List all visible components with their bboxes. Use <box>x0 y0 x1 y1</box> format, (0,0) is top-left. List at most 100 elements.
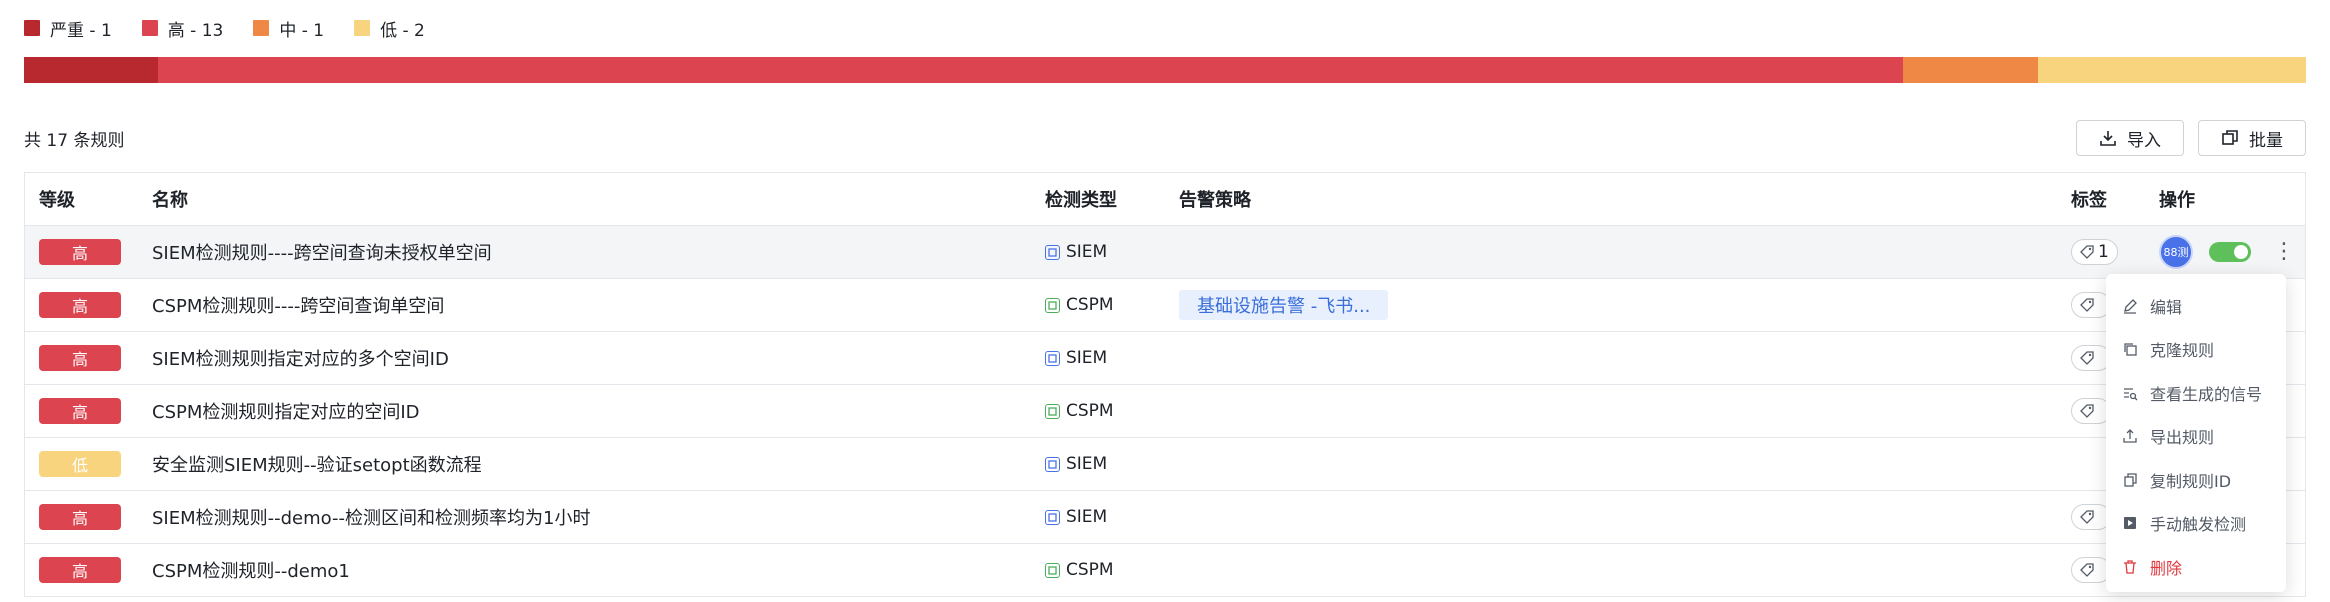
menu-item-play[interactable]: 手动触发检测 <box>2106 502 2286 546</box>
type-cell: SIEM <box>1045 438 1107 490</box>
import-button[interactable]: 导入 <box>2076 120 2184 156</box>
tag-chip[interactable] <box>2071 557 2111 583</box>
ops-cell: 88测 ⋮ <box>2159 226 2295 278</box>
tag-icon <box>2080 298 2094 312</box>
toolbar: 导入 批量 <box>2076 120 2306 156</box>
tag-icon <box>2080 510 2094 524</box>
legend-swatch-low <box>354 20 371 36</box>
copy-icon <box>2124 473 2137 487</box>
tag-cell <box>2071 279 2111 331</box>
legend-label: 低 - 2 <box>380 20 425 41</box>
enable-toggle[interactable] <box>2209 242 2251 262</box>
type-label: SIEM <box>1066 507 1108 527</box>
level-badge: 高 <box>39 345 121 371</box>
tag-icon <box>2080 351 2094 365</box>
menu-item-trash[interactable]: 删除 <box>2106 545 2286 589</box>
severity-legend: 严重 - 1 高 - 13 中 - 1 低 - 2 <box>24 16 455 41</box>
header-policy[interactable]: 告警策略 <box>1179 173 1251 225</box>
type-cell: SIEM <box>1045 332 1107 384</box>
clone-icon <box>2124 343 2137 356</box>
tag-cell <box>2071 491 2111 543</box>
tag-chip[interactable] <box>2071 398 2111 424</box>
legend-item-high: 高 - 13 <box>141 16 223 41</box>
type-cell: SIEM <box>1045 226 1107 278</box>
batch-icon <box>2222 130 2238 145</box>
menu-item-clone[interactable]: 克隆规则 <box>2106 328 2286 372</box>
edit-icon <box>2124 298 2137 314</box>
tag-icon <box>2080 245 2094 259</box>
type-label: CSPM <box>1066 295 1114 315</box>
header-type[interactable]: 检测类型 <box>1045 173 1117 225</box>
level-badge: 低 <box>39 451 121 477</box>
table-row[interactable]: 高 SIEM检测规则--demo--检测区间和检测频率均为1小时 SIEM <box>25 491 2305 544</box>
rule-name[interactable]: CSPM检测规则----跨空间查询单空间 <box>152 279 444 331</box>
menu-item-label: 复制规则ID <box>2150 471 2232 491</box>
rule-name[interactable]: CSPM检测规则指定对应的空间ID <box>152 385 420 437</box>
tag-cell: 1 <box>2071 226 2118 278</box>
level-cell: 高 <box>39 491 121 543</box>
menu-item-export[interactable]: 导出规则 <box>2106 415 2286 459</box>
header-name[interactable]: 名称 <box>152 173 188 225</box>
header-level[interactable]: 等级 <box>39 173 75 225</box>
menu-item-edit[interactable]: 编辑 <box>2106 284 2286 328</box>
row-actions-menu: 编辑克隆规则 查看生成的信号 导出规则复制规则ID 手动触发检测 删除 <box>2106 274 2286 592</box>
batch-label: 批量 <box>2249 130 2283 151</box>
tag-count: 1 <box>2098 242 2109 262</box>
menu-item-label: 手动触发检测 <box>2150 515 2247 535</box>
menu-item-label: 编辑 <box>2150 297 2183 317</box>
download-icon <box>2100 131 2116 146</box>
rule-name[interactable]: CSPM检测规则--demo1 <box>152 544 350 596</box>
import-label: 导入 <box>2127 130 2161 151</box>
legend-label: 中 - 1 <box>279 20 325 41</box>
table-row[interactable]: 高 CSPM检测规则指定对应的空间ID CSPM <box>25 385 2305 438</box>
menu-item-label: 删除 <box>2150 558 2183 578</box>
rule-name[interactable]: SIEM检测规则指定对应的多个空间ID <box>152 332 449 384</box>
type-cell: CSPM <box>1045 279 1114 331</box>
tag-chip[interactable] <box>2071 292 2111 318</box>
menu-item-copy[interactable]: 复制规则ID <box>2106 458 2286 502</box>
more-icon[interactable]: ⋮ <box>2273 241 2295 263</box>
legend-swatch-medium <box>253 20 270 36</box>
severity-segment <box>1903 57 2038 83</box>
legend-label: 严重 - 1 <box>50 20 112 41</box>
level-cell: 高 <box>39 279 121 331</box>
cspm-icon <box>1045 403 1060 419</box>
level-badge: 高 <box>39 504 121 530</box>
tag-chip[interactable] <box>2071 345 2111 371</box>
table-row[interactable]: 高 CSPM检测规则----跨空间查询单空间 CSPM 基础设施告警 -飞书... <box>25 279 2305 332</box>
table-row[interactable]: 高 CSPM检测规则--demo1 CSPM <box>25 544 2305 597</box>
severity-segment <box>2037 57 2306 83</box>
table-row[interactable]: 高 SIEM检测规则指定对应的多个空间ID SIEM <box>25 332 2305 385</box>
type-cell: CSPM <box>1045 385 1114 437</box>
severity-segment <box>158 57 1904 83</box>
tag-chip[interactable]: 1 <box>2071 239 2118 265</box>
legend-swatch-high <box>141 20 158 36</box>
tag-icon <box>2080 404 2094 418</box>
batch-button[interactable]: 批量 <box>2198 120 2306 156</box>
rule-name[interactable]: SIEM检测规则--demo--检测区间和检测频率均为1小时 <box>152 491 590 543</box>
table-row[interactable]: 高 SIEM检测规则----跨空间查询未授权单空间 SIEM 1 88测 ⋮ <box>25 226 2305 279</box>
level-cell: 低 <box>39 438 121 490</box>
rule-count: 共 17 条规则 <box>24 131 125 151</box>
level-badge: 高 <box>39 292 121 318</box>
header-ops: 操作 <box>2159 190 2195 211</box>
policy-chip[interactable]: 基础设施告警 -飞书... <box>1179 290 1389 320</box>
siem-icon <box>1045 350 1060 366</box>
rule-name[interactable]: SIEM检测规则----跨空间查询未授权单空间 <box>152 226 492 278</box>
type-cell: SIEM <box>1045 491 1107 543</box>
level-badge: 高 <box>39 398 121 424</box>
tag-cell <box>2071 544 2111 596</box>
tag-cell <box>2071 332 2111 384</box>
header-tag[interactable]: 标签 <box>2071 173 2107 225</box>
level-badge: 高 <box>39 557 121 583</box>
table-row[interactable]: 低 安全监测SIEM规则--验证setopt函数流程 SIEM <box>25 438 2305 491</box>
type-label: SIEM <box>1066 242 1108 262</box>
menu-item-signal-search[interactable]: 查看生成的信号 <box>2106 371 2286 415</box>
rule-name[interactable]: 安全监测SIEM规则--验证setopt函数流程 <box>152 438 482 490</box>
legend-item-critical: 严重 - 1 <box>24 16 112 41</box>
siem-icon <box>1045 244 1060 260</box>
legend-item-medium: 中 - 1 <box>253 16 324 41</box>
avatar: 88测 <box>2159 235 2193 269</box>
type-label: SIEM <box>1066 348 1108 368</box>
tag-chip[interactable] <box>2071 504 2111 530</box>
